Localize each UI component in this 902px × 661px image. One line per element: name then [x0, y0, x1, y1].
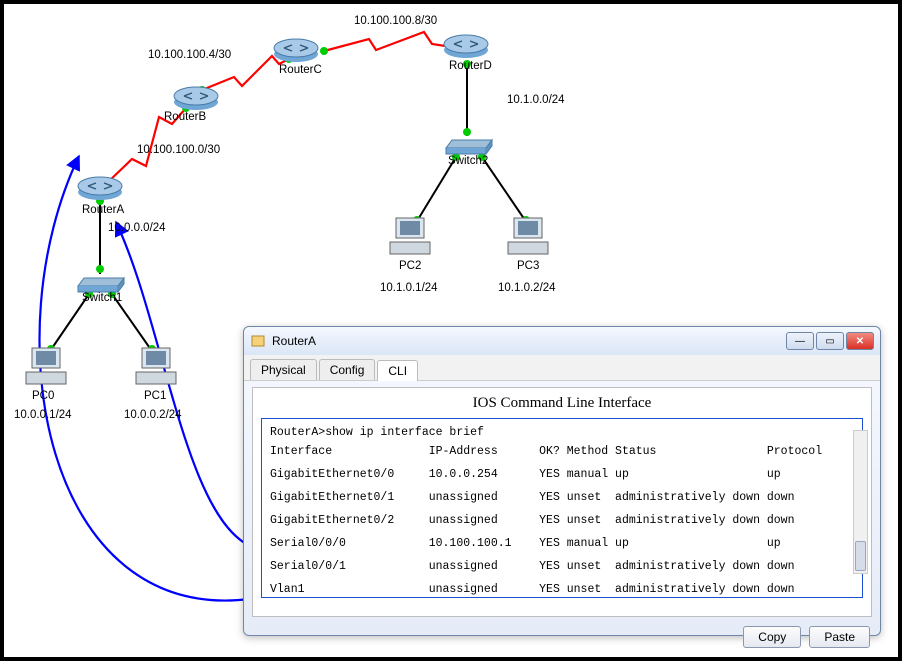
- switch2-label: Switch2: [448, 155, 488, 167]
- tab-cli[interactable]: CLI: [377, 360, 418, 381]
- titlebar[interactable]: RouterA — ▭ ✕: [244, 327, 880, 355]
- net-rd-sw: 10.1.0.0/24: [507, 94, 565, 106]
- cli-scroll-thumb[interactable]: [855, 541, 866, 571]
- cli-row: Serial0/0/1 unassigned YES unset adminis…: [270, 558, 854, 577]
- pc3-icon[interactable]: [504, 214, 552, 261]
- tab-strip: Physical Config CLI: [244, 355, 880, 381]
- pc2-label: PC2: [399, 260, 421, 272]
- cli-output[interactable]: RouterA>show ip interface brief Interfac…: [261, 418, 863, 598]
- pc2-icon[interactable]: [386, 214, 434, 261]
- tab-physical[interactable]: Physical: [250, 359, 317, 380]
- cli-cmd: RouterA>show ip interface brief: [270, 424, 854, 443]
- net-rb-ra: 10.100.100.0/30: [137, 144, 220, 156]
- net-pc3: 10.1.0.2/24: [498, 282, 556, 294]
- net-pc0: 10.0.0.1/24: [14, 409, 72, 421]
- pc1-icon[interactable]: [132, 344, 180, 391]
- net-rd-rc: 10.100.100.8/30: [354, 15, 437, 27]
- router-a-window[interactable]: RouterA — ▭ ✕ Physical Config CLI IOS Co…: [243, 326, 881, 636]
- router-b-label: RouterB: [164, 111, 206, 123]
- cli-row: Vlan1 unassigned YES unset administrativ…: [270, 581, 854, 598]
- net-ra-sw: 10.0.0.0/24: [108, 222, 166, 234]
- pc0-label: PC0: [32, 390, 54, 402]
- router-c-label: RouterC: [279, 64, 322, 76]
- router-d-label: RouterD: [449, 60, 492, 72]
- cli-header: Interface IP-Address OK? Method Status P…: [270, 443, 854, 462]
- window-icon: [250, 333, 266, 349]
- router-a-icon[interactable]: [76, 174, 124, 205]
- window-title: RouterA: [272, 334, 316, 348]
- cli-heading: IOS Command Line Interface: [261, 395, 863, 412]
- minimize-button[interactable]: —: [786, 332, 814, 350]
- net-pc2: 10.1.0.1/24: [380, 282, 438, 294]
- tab-config[interactable]: Config: [319, 359, 376, 380]
- cli-row: Serial0/0/0 10.100.100.1 YES manual up u…: [270, 535, 854, 554]
- close-button[interactable]: ✕: [846, 332, 874, 350]
- pc0-icon[interactable]: [22, 344, 70, 391]
- switch1-label: Switch1: [82, 292, 122, 304]
- cli-panel: IOS Command Line Interface RouterA>show …: [252, 387, 872, 617]
- router-a-label: RouterA: [82, 204, 124, 216]
- pc3-label: PC3: [517, 260, 539, 272]
- net-rc-rb: 10.100.100.4/30: [148, 49, 231, 61]
- router-d-icon[interactable]: [442, 32, 490, 63]
- paste-button[interactable]: Paste: [809, 626, 870, 648]
- router-c-icon[interactable]: [272, 36, 320, 67]
- topology-canvas[interactable]: RouterA RouterB RouterC RouterD Switch1 …: [0, 0, 902, 661]
- maximize-button[interactable]: ▭: [816, 332, 844, 350]
- cli-row: GigabitEthernet0/1 unassigned YES unset …: [270, 489, 854, 508]
- cli-row: GigabitEthernet0/2 unassigned YES unset …: [270, 512, 854, 531]
- cli-row: GigabitEthernet0/0 10.0.0.254 YES manual…: [270, 466, 854, 485]
- net-pc1: 10.0.0.2/24: [124, 409, 182, 421]
- pc1-label: PC1: [144, 390, 166, 402]
- cli-scrollbar[interactable]: [853, 430, 868, 574]
- copy-button[interactable]: Copy: [743, 626, 801, 648]
